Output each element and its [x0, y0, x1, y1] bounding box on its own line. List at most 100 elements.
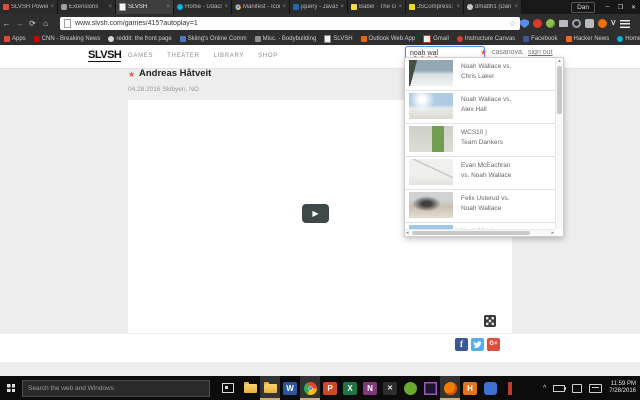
search-result-item[interactable]: Noah Wallace vs. Chris Laker	[405, 58, 555, 91]
v-extension-icon[interactable]: V	[611, 20, 616, 27]
tab-close-icon[interactable]: ×	[398, 4, 402, 10]
chat-extension-icon[interactable]	[585, 19, 594, 28]
taskbar-app-xampp[interactable]	[440, 376, 460, 400]
tab-dmatth1[interactable]: dmatth1 (Dan Ma ×	[464, 0, 522, 14]
shield-extension-icon[interactable]	[520, 19, 529, 28]
bookmark-hackernews[interactable]: Hacker News	[565, 36, 609, 42]
taskbar-app-chrome[interactable]	[300, 376, 320, 400]
scroll-up-icon[interactable]: ▴	[556, 58, 563, 64]
taskbar-app-redbar[interactable]	[500, 376, 520, 400]
tab-close-icon[interactable]: ×	[456, 4, 460, 10]
taskbar-app-file-explorer[interactable]	[260, 376, 280, 400]
tray-chevron-icon[interactable]: ^	[543, 385, 546, 392]
vertical-scroll-thumb[interactable]	[557, 66, 562, 114]
bookmark-outlook[interactable]: Outlook Web App	[360, 36, 415, 42]
taskbar-app-folder-pinned[interactable]	[240, 376, 260, 400]
tab-label: dmatth1 (Dan Ma	[475, 4, 512, 10]
tab-jscompress[interactable]: JSCompress: Mini ×	[406, 0, 464, 14]
cast-extension-icon[interactable]	[559, 20, 568, 27]
dropdown-horizontal-scrollbar[interactable]: ◂ ▸	[405, 229, 555, 236]
notification-icon[interactable]	[572, 383, 583, 393]
tab-close-icon[interactable]: ×	[108, 4, 112, 10]
slvsh-logo[interactable]: SLVSH	[88, 50, 122, 62]
bookmark-canvas[interactable]: Instructure Canvas	[456, 36, 515, 42]
bookmark-star-icon[interactable]: ☆	[509, 19, 516, 28]
googleplus-share-icon[interactable]: G+	[487, 338, 500, 351]
green-extension-icon[interactable]	[546, 19, 555, 28]
search-result-item[interactable]: WCS10 | Team Dankers	[405, 124, 555, 157]
minimize-button[interactable]: ─	[601, 0, 614, 14]
dropdown-vertical-scrollbar[interactable]: ▴	[555, 58, 563, 229]
bookmark-gmail[interactable]: Gmail	[423, 35, 449, 43]
facebook-share-icon[interactable]: f	[455, 338, 468, 351]
close-button[interactable]: ✕	[627, 0, 640, 14]
tab-favicon-icon	[3, 4, 9, 10]
tab-jquery[interactable]: jquery - JavaScript ×	[290, 0, 348, 14]
bookmark-skiing[interactable]: Skiing's Online Comm	[179, 36, 247, 42]
search-result-item[interactable]: Noah Wallace vs. Alex Hall	[405, 91, 555, 124]
task-view-icon[interactable]	[222, 383, 234, 393]
nav-shop[interactable]: SHOP	[258, 53, 278, 59]
taskbar-app-heidisql[interactable]: H	[460, 376, 480, 400]
username-label[interactable]: casanova.	[492, 49, 524, 56]
battery-icon[interactable]	[553, 384, 567, 392]
bookmark-reddit[interactable]: reddit: the front page	[108, 36, 172, 42]
bookmark-apps[interactable]: Apps	[4, 36, 26, 42]
scroll-left-icon[interactable]: ◂	[406, 230, 409, 236]
bookmark-misc[interactable]: Misc. - Bodybuilding	[254, 36, 316, 42]
orange-extension-icon[interactable]	[598, 19, 607, 28]
video-play-button[interactable]: ▶	[302, 204, 329, 223]
twitter-share-icon[interactable]	[471, 338, 484, 351]
tab-slvsh-active[interactable]: SLVSH ×	[116, 0, 174, 14]
nav-games[interactable]: GAMES	[128, 53, 153, 59]
tab-babel[interactable]: Babel · The compi ×	[348, 0, 406, 14]
taskbar-app-word[interactable]: W	[280, 376, 300, 400]
restore-button[interactable]: ❐	[614, 0, 627, 14]
search-result-item[interactable]: Felix Usterud vs. Noah Wallace	[405, 190, 555, 223]
keyboard-icon[interactable]	[589, 383, 603, 393]
bookmark-cnn[interactable]: CNN - Breaking News	[33, 36, 100, 42]
reload-icon[interactable]: ⟳	[26, 19, 39, 28]
forward-icon[interactable]: →	[13, 19, 26, 28]
tab-close-icon[interactable]: ×	[224, 4, 228, 10]
taskbar-app-dark[interactable]: ✕	[380, 376, 400, 400]
tab-udacity[interactable]: Home - Udacity ×	[174, 0, 232, 14]
start-button[interactable]	[0, 376, 22, 400]
sign-out-link[interactable]: sign out	[528, 49, 553, 56]
facebook-icon	[523, 36, 530, 42]
back-icon[interactable]: ←	[0, 19, 13, 28]
lastpass-extension-icon[interactable]	[533, 19, 542, 28]
video-fullscreen-icon[interactable]	[484, 315, 496, 327]
bookmark-slvsh[interactable]: SLVSH	[324, 35, 353, 43]
taskbar-app-blue[interactable]	[480, 376, 500, 400]
taskbar-app-phpstorm[interactable]	[420, 376, 440, 400]
browser-menu-icon[interactable]	[619, 19, 630, 28]
tab-extensions[interactable]: Extensions ×	[58, 0, 116, 14]
bookmark-udacity[interactable]: Home - Udacity	[617, 36, 640, 42]
search-result-item[interactable]: Evan McEachran vs. Noah Wallace	[405, 157, 555, 190]
home-icon[interactable]: ⌂	[39, 19, 52, 28]
browser-profile-button[interactable]: Dan	[571, 1, 595, 13]
scroll-right-icon[interactable]: ▸	[551, 230, 554, 236]
tab-slvsh-powerup[interactable]: SLVSH PowerUp - ×	[0, 0, 58, 14]
ring-extension-icon[interactable]	[572, 19, 581, 28]
taskbar-app-excel[interactable]: X	[340, 376, 360, 400]
taskbar-app-onenote[interactable]: N	[360, 376, 380, 400]
nav-library[interactable]: LIBRARY	[214, 53, 244, 59]
tab-close-icon[interactable]: ×	[50, 4, 54, 10]
tab-close-icon[interactable]: ×	[282, 4, 286, 10]
tab-close-icon[interactable]: ×	[340, 4, 344, 10]
taskbar-app-green[interactable]	[400, 376, 420, 400]
url-omnibox[interactable]: www.slvsh.com/games/415?autoplay=1 ☆	[60, 17, 520, 30]
tab-manifest[interactable]: Manifest - Icons - ×	[232, 0, 290, 14]
nav-theater[interactable]: THEATER	[167, 53, 199, 59]
url-text[interactable]: www.slvsh.com/games/415?autoplay=1	[75, 20, 509, 27]
tab-close-icon[interactable]: ×	[514, 4, 518, 10]
taskbar-search-input[interactable]: Search the web and Windows	[22, 379, 210, 397]
horizontal-scroll-thumb[interactable]	[412, 231, 530, 235]
tab-close-icon[interactable]: ×	[166, 4, 170, 10]
windows-taskbar: Search the web and Windows W P X N ✕ H ^…	[0, 376, 640, 400]
bookmark-facebook[interactable]: Facebook	[523, 36, 558, 42]
taskbar-app-powerpoint[interactable]: P	[320, 376, 340, 400]
taskbar-clock[interactable]: 11:59 PM 7/28/2016	[609, 381, 636, 396]
